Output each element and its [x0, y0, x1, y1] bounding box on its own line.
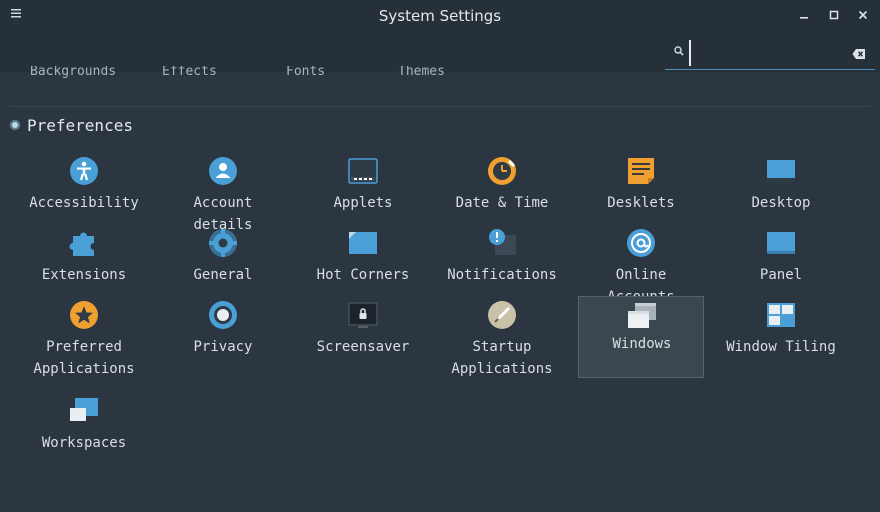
item-label: Desktop	[751, 195, 811, 211]
settings-item-workspaces[interactable]: Workspaces	[21, 388, 147, 470]
online-accounts-icon	[626, 228, 656, 258]
preferred-applications-icon	[69, 300, 99, 330]
settings-item-account-details[interactable]: Account details	[160, 148, 286, 233]
item-label: Startup Applications	[439, 336, 565, 380]
label-line-2: Applications	[451, 361, 553, 377]
privacy-icon	[208, 300, 238, 330]
windows-icon	[627, 301, 657, 331]
applets-icon	[348, 156, 378, 186]
settings-item-accessibility[interactable]: Accessibility	[21, 148, 147, 230]
desktop-icon	[766, 156, 796, 186]
settings-item-extensions[interactable]: Extensions	[21, 220, 147, 302]
screensaver-icon	[348, 300, 378, 330]
search-icon	[673, 45, 687, 59]
settings-item-date-time[interactable]: Date & Time	[439, 148, 565, 230]
title-bar: System Settings	[0, 0, 880, 34]
label-line-1: Preferred	[46, 339, 122, 355]
item-label: Screensaver	[316, 339, 410, 355]
item-label: Window Tiling	[726, 339, 836, 355]
settings-item-online-accounts[interactable]: Online Accounts	[578, 220, 704, 305]
settings-item-desktop[interactable]: Desktop	[718, 148, 844, 230]
settings-item-panel[interactable]: Panel	[718, 220, 844, 302]
hot-corners-icon	[348, 228, 378, 258]
settings-item-windows[interactable]: Windows	[578, 296, 704, 378]
item-label: Preferred Applications	[21, 336, 147, 380]
minimize-icon[interactable]	[794, 6, 814, 26]
settings-item-general[interactable]: General	[160, 220, 286, 302]
item-label: Privacy	[193, 339, 253, 355]
label-line-2: Applications	[33, 361, 135, 377]
clear-text-icon[interactable]	[852, 45, 868, 59]
settings-item-preferred-applications[interactable]: Preferred Applications	[21, 292, 147, 377]
tab-backgrounds[interactable]: Backgrounds	[30, 66, 116, 78]
window-tiling-icon	[766, 300, 796, 330]
item-label: Notifications	[447, 267, 557, 283]
settings-item-applets[interactable]: Applets	[300, 148, 426, 230]
settings-item-privacy[interactable]: Privacy	[160, 292, 286, 374]
section-divider	[10, 106, 870, 107]
item-label: Accessibility	[29, 195, 139, 211]
item-label: Desklets	[607, 195, 675, 211]
item-label: Date & Time	[455, 195, 549, 211]
label-line-1: Startup	[472, 339, 532, 355]
search-box[interactable]	[665, 36, 875, 70]
section-title: Preferences	[27, 116, 133, 135]
item-label: Windows	[612, 336, 672, 352]
tab-themes[interactable]: Themes	[398, 66, 445, 78]
close-icon[interactable]	[853, 6, 873, 26]
settings-item-startup-applications[interactable]: Startup Applications	[439, 292, 565, 377]
category-tabs-scrolled: Backgrounds Effects Fonts Themes	[0, 66, 880, 78]
accessibility-icon	[69, 156, 99, 186]
panel-icon	[766, 228, 796, 258]
item-label: Extensions	[41, 267, 127, 283]
item-label: Panel	[759, 267, 803, 283]
settings-item-notifications[interactable]: Notifications	[439, 220, 565, 302]
settings-item-screensaver[interactable]: Screensaver	[300, 292, 426, 374]
maximize-icon[interactable]	[824, 6, 844, 26]
tab-fonts[interactable]: Fonts	[286, 66, 325, 78]
notifications-icon	[487, 228, 517, 258]
settings-item-desklets[interactable]: Desklets	[578, 148, 704, 230]
general-icon	[208, 228, 238, 258]
window-title: System Settings	[378, 7, 502, 25]
item-label: Hot Corners	[316, 267, 410, 283]
account-details-icon	[208, 156, 238, 186]
item-label: Applets	[333, 195, 393, 211]
item-label: General	[193, 267, 253, 283]
startup-applications-icon	[487, 300, 517, 330]
desklets-icon	[626, 156, 656, 186]
section-bullet-icon	[10, 120, 20, 130]
date-time-icon	[487, 156, 517, 186]
tab-effects[interactable]: Effects	[162, 66, 217, 78]
search-input[interactable]	[689, 40, 847, 66]
settings-item-window-tiling[interactable]: Window Tiling	[718, 292, 844, 374]
item-label: Workspaces	[41, 435, 127, 451]
workspaces-icon	[69, 396, 99, 426]
extensions-icon	[69, 228, 99, 258]
settings-item-hot-corners[interactable]: Hot Corners	[300, 220, 426, 302]
